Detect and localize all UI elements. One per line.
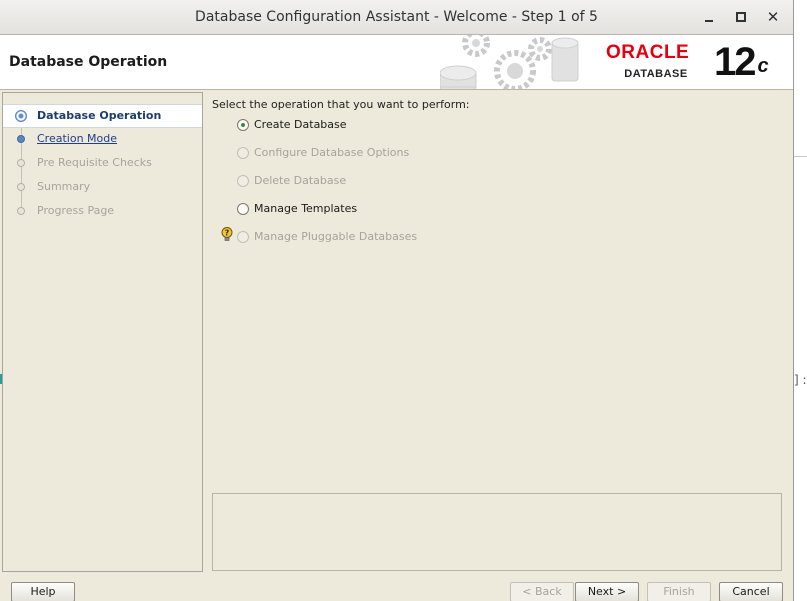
background-window-fragment: ] : (794, 0, 807, 601)
radio-manage-templates[interactable] (237, 203, 249, 215)
operation-prompt: Select the operation that you want to pe… (212, 98, 470, 111)
close-button[interactable]: ✕ (765, 9, 781, 25)
steps-navigation: Database Operation Creation Mode Pre Req… (2, 92, 203, 572)
radio-manage-pluggable-databases (237, 231, 249, 243)
svg-text:?: ? (225, 229, 230, 238)
option-label: Manage Pluggable Databases (254, 230, 418, 243)
step-disabled-icon (17, 159, 25, 167)
step-creation-mode[interactable]: Creation Mode (3, 128, 202, 150)
oracle-logo: ORACLE DATABASE (606, 42, 706, 81)
oracle-brand: ORACLE (606, 42, 690, 63)
step-disabled-icon (17, 207, 25, 215)
radio-delete-database (237, 175, 249, 187)
step-database-operation[interactable]: Database Operation (3, 104, 202, 128)
step-progress-page: Progress Page (3, 200, 202, 222)
main-content: Select the operation that you want to pe… (204, 92, 793, 571)
maximize-button[interactable] (733, 9, 749, 25)
option-label: Delete Database (254, 174, 347, 187)
finish-button: Finish (647, 582, 711, 601)
step-label: Pre Requisite Checks (37, 156, 152, 169)
step-current-icon (15, 110, 27, 122)
message-area (212, 493, 782, 571)
option-label: Manage Templates (254, 202, 358, 215)
back-button: < Back (510, 582, 574, 601)
radio-create-database[interactable] (237, 119, 249, 131)
oracle-product: DATABASE (624, 68, 688, 80)
version-badge: 12 c (714, 39, 769, 85)
radio-configure-database-options (237, 147, 249, 159)
hint-icon[interactable]: ? (221, 227, 233, 243)
background-text: ] : (794, 373, 807, 387)
step-enabled-icon (17, 135, 25, 143)
version-number: 12 (714, 40, 756, 84)
help-button[interactable]: Help (11, 582, 75, 601)
version-suffix: c (757, 55, 769, 77)
header-banner: Database Operation ORACLE DATABASE 12 c (0, 35, 793, 90)
step-label: Progress Page (37, 204, 115, 217)
step-label: Creation Mode (37, 132, 118, 145)
gears-graphic-icon (440, 35, 579, 89)
dbca-window: Database Configuration Assistant - Welco… (0, 0, 794, 601)
step-pre-requisite-checks: Pre Requisite Checks (3, 152, 202, 174)
background-divider (794, 156, 807, 157)
next-button[interactable]: Next > (575, 582, 639, 601)
step-disabled-icon (17, 183, 25, 191)
option-label: Create Database (254, 118, 347, 131)
minimize-button[interactable] (701, 9, 717, 25)
cancel-button[interactable]: Cancel (719, 582, 783, 601)
title-bar: Database Configuration Assistant - Welco… (0, 0, 793, 35)
background-window-edge (0, 374, 2, 384)
page-title: Database Operation (9, 54, 168, 70)
step-label: Summary (37, 180, 91, 193)
option-label: Configure Database Options (254, 146, 410, 159)
step-label: Database Operation (37, 109, 162, 122)
step-summary: Summary (3, 176, 202, 198)
window-title: Database Configuration Assistant - Welco… (195, 9, 598, 25)
